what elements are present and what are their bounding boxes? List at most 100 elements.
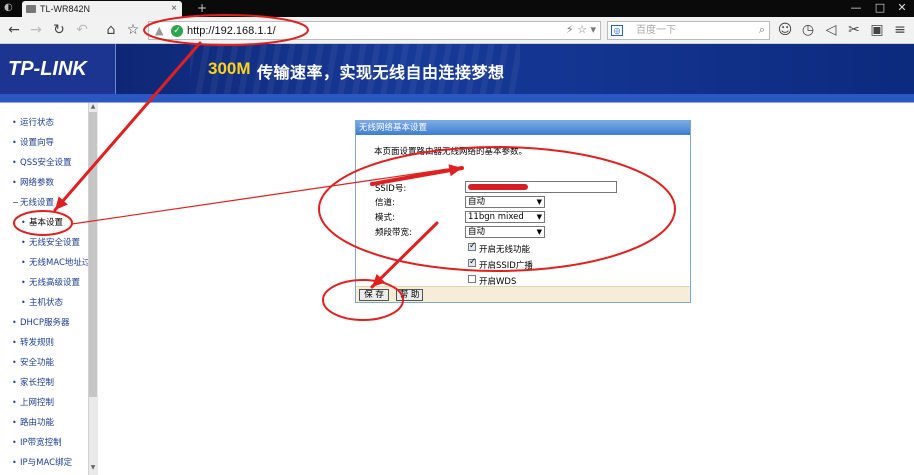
- panel-body: 本页面设置路由器无线网络的基本参数。 SSID号: 信道: 自动 ▼ 模式: 1…: [356, 135, 690, 287]
- bullet-icon: •: [21, 238, 26, 247]
- browser-tab[interactable]: TL-WR842N ×: [22, 1, 182, 17]
- tab-close-icon[interactable]: ×: [171, 1, 177, 17]
- bullet-icon: •: [12, 118, 17, 127]
- browser-toolbar: ← → ↻ ↶ ⌂ ☆ ▲ ✓ http://192.168.1.1/ ⚡ ☆ …: [0, 17, 914, 44]
- dropdown-arrow-icon: ▼: [536, 213, 542, 221]
- mode-value: 11bgn mixed: [468, 212, 524, 222]
- sidebar-item[interactable]: • IP与MAC绑定: [0, 453, 88, 473]
- search-icon[interactable]: ⌕: [759, 23, 765, 37]
- sidebar-item[interactable]: • QSS安全设置: [0, 153, 88, 173]
- sidebar-item[interactable]: • 无线MAC地址过滤: [0, 253, 97, 273]
- sidebar-item[interactable]: • 路由功能: [0, 413, 88, 433]
- sidebar-item-label: 主机状态: [29, 298, 64, 308]
- save-button[interactable]: 保 存: [359, 289, 389, 301]
- sidebar-item[interactable]: • IP带宽控制: [0, 433, 88, 453]
- home-icon[interactable]: ⌂: [102, 21, 120, 39]
- tab-title: TL-WR842N: [40, 4, 91, 14]
- chat-icon[interactable]: ☺: [776, 21, 794, 39]
- back-arrow-icon[interactable]: ←: [5, 21, 23, 39]
- incognito-mask-icon: ◐: [4, 2, 13, 13]
- help-button[interactable]: 帮 助: [396, 289, 423, 301]
- channel-value: 自动: [468, 197, 486, 207]
- bullet-icon: •: [12, 458, 17, 467]
- sidebar-item[interactable]: • 无线安全设置: [0, 233, 88, 253]
- sidebar-item-label: 上网控制: [20, 398, 55, 408]
- sidebar-item[interactable]: • 上网控制: [0, 393, 88, 413]
- mode-select[interactable]: 11bgn mixed ▼: [465, 211, 545, 223]
- bullet-icon: •: [12, 358, 17, 367]
- enable-wireless-label: 开启无线功能: [479, 245, 531, 255]
- sidebar-item-label: IP带宽控制: [20, 438, 62, 448]
- sidebar-item-label: 无线安全设置: [29, 238, 81, 248]
- maximize-button[interactable]: □: [870, 1, 890, 15]
- bullet-icon: •: [21, 278, 26, 287]
- collapse-marker-icon: −: [12, 198, 19, 207]
- sidebar-item[interactable]: • 主机状态: [0, 293, 88, 313]
- panel-intro: 本页面设置路由器无线网络的基本参数。: [374, 147, 528, 157]
- sidebar-item[interactable]: • 设置向导: [0, 133, 88, 153]
- sidebar-item[interactable]: • DHCP服务器: [0, 313, 88, 333]
- sidebar-item[interactable]: • 安全功能: [0, 353, 88, 373]
- sidebar-item-label: 家长控制: [20, 378, 55, 388]
- wds-checkbox[interactable]: [468, 275, 476, 283]
- close-window-button[interactable]: ✕: [892, 1, 912, 15]
- sidebar-item[interactable]: • 基本设置: [0, 213, 88, 233]
- reload-icon[interactable]: ↻: [50, 21, 68, 39]
- mode-label: 模式:: [375, 213, 395, 223]
- extension-icon[interactable]: ▣: [868, 21, 886, 39]
- bullet-icon: •: [21, 258, 26, 267]
- bandwidth-label: 频段带宽:: [375, 228, 412, 238]
- url-text[interactable]: http://192.168.1.1/: [187, 22, 276, 40]
- search-box[interactable]: ◎ 百度一下 ⌕: [607, 21, 770, 40]
- forward-arrow-icon[interactable]: →: [27, 21, 45, 39]
- dropdown-arrow-icon: ▼: [536, 228, 542, 236]
- bookmark-star-icon[interactable]: ☆: [124, 21, 142, 39]
- sidebar-item-label: 设置向导: [20, 138, 55, 148]
- enable-wireless-checkbox[interactable]: [468, 241, 477, 251]
- scroll-down-arrow-icon[interactable]: ▼: [89, 464, 97, 472]
- sidebar-item-label: IP与MAC绑定: [20, 458, 73, 468]
- ssid-broadcast-label: 开启SSID广播: [479, 261, 533, 271]
- secure-check-icon: ✓: [171, 25, 183, 37]
- sidebar-item-label: 路由功能: [20, 418, 55, 428]
- search-placeholder[interactable]: 百度一下: [636, 22, 676, 40]
- bullet-icon: •: [12, 438, 17, 447]
- sidebar-scrollbar-thumb[interactable]: [89, 112, 97, 397]
- bandwidth-select[interactable]: 自动 ▼: [465, 226, 545, 238]
- address-bar-actions-icon[interactable]: ⚡ ☆ ▾: [566, 23, 596, 36]
- scissors-icon[interactable]: ✂: [845, 21, 863, 39]
- sidebar-item-label: 无线高级设置: [29, 278, 81, 288]
- speaker-icon[interactable]: ◁: [822, 21, 840, 39]
- sidebar-item-label: 基本设置: [29, 218, 64, 228]
- ssid-broadcast-checkbox[interactable]: [468, 257, 477, 267]
- sidebar-item-label: 网络参数: [20, 178, 55, 188]
- minimize-button[interactable]: —: [846, 1, 866, 15]
- router-sidebar-menu: • 运行状态 • 设置向导 • QSS安全设置 • 网络参数 − 无线设置 • 基本设置 • 无线安全设置…: [0, 103, 98, 475]
- undo-close-icon[interactable]: ↶: [73, 21, 91, 39]
- tab-favicon-icon: [26, 5, 36, 13]
- sidebar-item-label: 运行状态: [20, 118, 55, 128]
- new-tab-button[interactable]: +: [197, 0, 207, 16]
- sidebar-item[interactable]: • 家长控制: [0, 373, 88, 393]
- clock-icon[interactable]: ◷: [799, 21, 817, 39]
- slogan-text: 传输速率，实现无线自由连接梦想: [257, 63, 505, 82]
- menu-icon[interactable]: ≡: [891, 21, 909, 39]
- sidebar-item[interactable]: • 运行状态: [0, 113, 88, 133]
- ssid-redaction-scribble: [468, 184, 528, 190]
- address-bar[interactable]: ▲ ✓ http://192.168.1.1/ ⚡ ☆ ▾: [148, 21, 601, 40]
- bullet-icon: •: [21, 218, 26, 227]
- search-engine-icon[interactable]: ◎: [611, 25, 623, 36]
- tp-link-logo: TP-LINK: [0, 44, 116, 94]
- sidebar-item[interactable]: − 无线设置: [0, 193, 88, 213]
- warning-icon: ▲: [155, 24, 164, 37]
- bullet-icon: •: [21, 298, 26, 307]
- logo-text: TP-LINK: [8, 58, 87, 80]
- sidebar-item[interactable]: • 无线高级设置: [0, 273, 88, 293]
- sidebar-item[interactable]: • 转发规则: [0, 333, 88, 353]
- sidebar-item[interactable]: • 网络参数: [0, 173, 88, 193]
- scroll-up-arrow-icon[interactable]: ▲: [89, 103, 97, 111]
- panel-footer: 保 存 帮 助: [356, 286, 690, 302]
- browser-tab-strip: ◐ TL-WR842N × + — □ ✕: [0, 0, 914, 17]
- bullet-icon: •: [12, 378, 17, 387]
- channel-select[interactable]: 自动 ▼: [465, 196, 545, 208]
